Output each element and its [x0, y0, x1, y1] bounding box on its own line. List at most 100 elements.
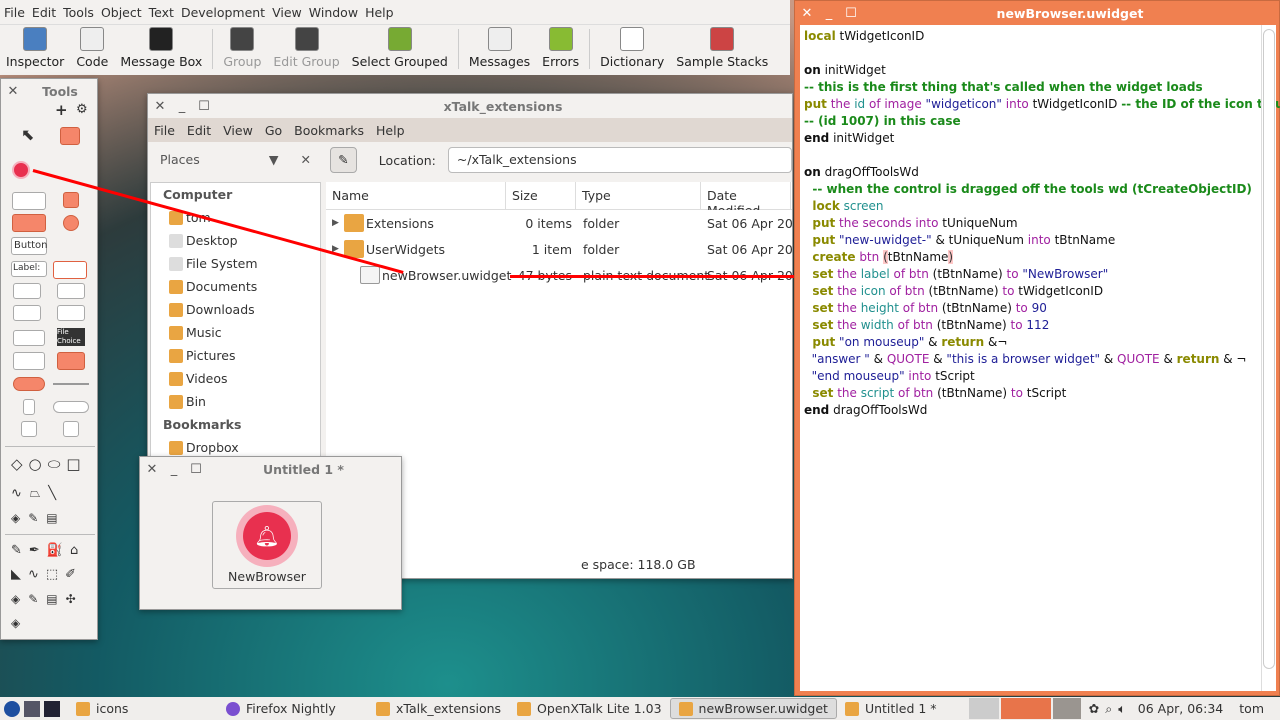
toolbar-errors-button[interactable]: Errors [536, 27, 585, 69]
user-name[interactable]: tom [1239, 701, 1264, 716]
radio-tool[interactable] [63, 215, 79, 231]
places-item[interactable]: Bin [151, 390, 320, 413]
paint-tools-2[interactable]: ◣∿⬚✐ [11, 567, 83, 582]
shape-tools[interactable]: ◇○⬭□ [11, 455, 87, 473]
network-icon[interactable]: ✿ [1089, 701, 1099, 716]
firefox-tray-icon[interactable] [968, 698, 999, 719]
little-arrows-tool[interactable] [53, 401, 89, 413]
expander-icon[interactable]: ▶ [332, 218, 339, 228]
fm-menu-view[interactable]: View [223, 123, 253, 138]
location-input[interactable]: ~/xTalk_extensions [447, 147, 792, 173]
column-type[interactable]: Type [576, 182, 701, 209]
menu-object[interactable]: Object [101, 5, 142, 20]
toolbar-group-button[interactable]: Group [217, 27, 267, 69]
file-choice-tool[interactable]: File Choice [57, 328, 85, 346]
toolbar-select-grouped-button[interactable]: Select Grouped [346, 27, 454, 69]
scrolling-field-tool[interactable] [13, 283, 41, 299]
toolbar-message-box-button[interactable]: Message Box [114, 27, 208, 69]
data-grid-tool[interactable] [57, 305, 85, 321]
workspace-switcher[interactable] [1000, 698, 1051, 719]
places-section[interactable]: Bookmarks [151, 413, 320, 436]
menu-edit[interactable]: Edit [32, 5, 56, 20]
toolbar-dictionary-button[interactable]: Dictionary [594, 27, 670, 69]
scrollbar[interactable] [1261, 25, 1276, 691]
menu-view[interactable]: View [272, 5, 302, 20]
column-date-modified[interactable]: Date Modified [701, 182, 791, 218]
scrollbar-tool[interactable] [23, 399, 35, 415]
file-row[interactable]: ▶ UserWidgets 1 item folder Sat 06 Apr 2024 [326, 236, 809, 262]
fm-menu-go[interactable]: Go [265, 123, 282, 138]
scrollbar-thumb[interactable] [1263, 29, 1275, 669]
places-section[interactable]: Computer [151, 183, 320, 206]
field-tool[interactable] [53, 261, 87, 279]
plus-icon[interactable]: + [55, 101, 68, 119]
toolbar-messages-button[interactable]: Messages [463, 27, 536, 69]
minimize-icon[interactable]: _ [823, 6, 835, 21]
widget-bell-icon[interactable] [12, 161, 30, 179]
option-menu-tool[interactable] [13, 352, 45, 370]
close-icon[interactable]: ✕ [7, 84, 19, 99]
column-size[interactable]: Size [506, 182, 576, 209]
slider-tool[interactable] [53, 383, 89, 385]
edit-location-button[interactable]: ✎ [330, 147, 357, 173]
newbrowser-button[interactable]: 🔔︎ NewBrowser [212, 501, 322, 589]
toolbar-edit-group-button[interactable]: Edit Group [267, 27, 345, 69]
rounded-button-tool[interactable] [12, 214, 46, 232]
maximize-icon[interactable]: ☐ [198, 99, 210, 114]
fm-menu-help[interactable]: Help [376, 123, 405, 138]
maximize-icon[interactable]: ☐ [845, 6, 857, 21]
gear-icon[interactable]: ⚙ [76, 102, 88, 117]
image-tool[interactable] [21, 421, 37, 437]
places-item[interactable]: Videos [151, 367, 320, 390]
paint-tools[interactable]: ✎✒⛽⌂ [11, 543, 85, 558]
menu-tools[interactable]: Tools [63, 5, 94, 20]
fm-menu-file[interactable]: File [154, 123, 175, 138]
line-tools[interactable]: ∿⏢╲ [11, 486, 64, 501]
paint-tools-3[interactable]: ◈✎▤✣ [11, 592, 84, 606]
app-menu-icon[interactable] [4, 700, 20, 717]
script-text-area[interactable]: local tWidgetIconID on initWidget -- this… [800, 25, 1280, 691]
button-tool[interactable] [12, 192, 46, 210]
app-icon[interactable] [24, 700, 40, 717]
taskbar-item[interactable]: OpenXTalk Lite 1.03 [509, 698, 669, 719]
progress-tool[interactable] [13, 377, 45, 391]
edit-tool-icon[interactable] [60, 127, 80, 145]
column-name[interactable]: Name [326, 182, 506, 209]
menu-help[interactable]: Help [365, 5, 394, 20]
taskbar-item[interactable]: xTalk_extensions [368, 698, 509, 719]
close-icon[interactable]: ✕ [146, 462, 158, 477]
menu-file[interactable]: File [4, 5, 25, 20]
dropdown-icon[interactable]: ▼ [269, 152, 279, 167]
toolbar-inspector-button[interactable]: Inspector [0, 27, 70, 69]
maximize-icon[interactable]: ☐ [190, 462, 202, 477]
close-icon[interactable]: ✕ [301, 152, 311, 167]
places-item[interactable]: Documents [151, 275, 320, 298]
taskbar-item[interactable]: icons [68, 698, 218, 719]
table-tool[interactable] [57, 283, 85, 299]
volume-icon[interactable]: 🔈︎ [1118, 701, 1126, 717]
label-tool[interactable]: Label: [11, 261, 47, 277]
player-tool[interactable] [63, 421, 79, 437]
toolbar-sample-stacks-button[interactable]: Sample Stacks [670, 27, 774, 69]
menu-window[interactable]: Window [309, 5, 358, 20]
fill-tools[interactable]: ◈✎▤ [11, 511, 66, 525]
close-icon[interactable]: ✕ [801, 6, 813, 21]
places-item[interactable]: File System [151, 252, 320, 275]
spinner-tool[interactable] [13, 330, 45, 346]
standard-button-tool[interactable]: Button [11, 237, 48, 255]
fm-menu-bookmarks[interactable]: Bookmarks [294, 123, 364, 138]
pointer-tool-icon[interactable]: ⬉ [21, 125, 34, 144]
taskbar-item[interactable]: Firefox Nightly [218, 698, 368, 719]
toolbar-code-button[interactable]: Code [70, 27, 114, 69]
file-row[interactable]: ▶ Extensions 0 items folder Sat 06 Apr 2024 [326, 210, 809, 236]
minimize-icon[interactable]: _ [176, 99, 188, 114]
places-item[interactable]: Downloads [151, 298, 320, 321]
minimize-icon[interactable]: _ [168, 462, 180, 477]
clock[interactable]: 06 Apr, 06:34 [1138, 701, 1223, 716]
fm-menu-edit[interactable]: Edit [187, 123, 211, 138]
system-monitor-icon[interactable] [44, 700, 60, 717]
combo-box-tool[interactable] [57, 352, 85, 370]
places-item[interactable]: Music [151, 321, 320, 344]
checkbox-tool[interactable] [63, 192, 79, 208]
places-item[interactable]: Pictures [151, 344, 320, 367]
